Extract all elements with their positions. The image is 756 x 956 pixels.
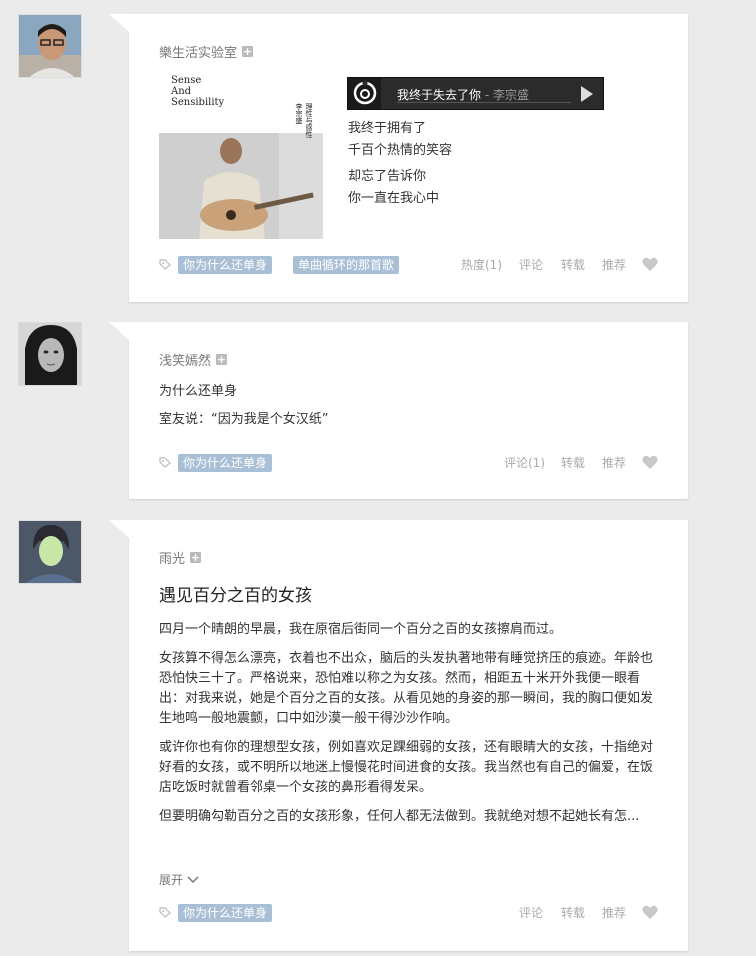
play-icon[interactable] (581, 86, 593, 102)
tag-icon (159, 457, 171, 468)
tag[interactable]: 你为什么还单身 (178, 454, 273, 472)
post-card: 樂生活实验室 + 李宗盛 理性与感性 Sense And Sensibility (109, 14, 688, 302)
lyric-line: 千百个热情的笑容 (348, 143, 453, 158)
avatar[interactable] (18, 520, 82, 584)
recommend-link[interactable]: 推荐 (602, 256, 626, 274)
follow-plus-icon[interactable]: + (216, 354, 228, 365)
recommend-link[interactable]: 推荐 (602, 904, 626, 922)
post-footer: 你为什么还单身 单曲循环的那首歌 热度(1) 评论 转载 推荐 (159, 256, 658, 274)
reblog-link[interactable]: 转载 (561, 904, 585, 922)
article-paragraph: 四月一个晴朗的早晨，我在原宿后街同一个百分之百的女孩擦肩而过。 (159, 622, 563, 637)
comment-link[interactable]: 评论(1) (504, 454, 545, 472)
avatar-image (19, 323, 81, 385)
tag-icon (159, 259, 171, 270)
album-cover[interactable]: 李宗盛 理性与感性 Sense And Sensibility (159, 73, 323, 239)
reblog-link[interactable]: 转载 (561, 454, 585, 472)
author-name[interactable]: 雨光 (159, 548, 185, 567)
tag[interactable]: 单曲循环的那首歌 (293, 256, 400, 274)
post-text: 为什么还单身 室友说：“因为我是个女汉纸” (159, 381, 328, 431)
follow-plus-icon[interactable]: + (242, 46, 254, 57)
author: 浅笑嫣然 + (159, 350, 228, 369)
cover-title-line-2: And (171, 86, 192, 97)
lyric-line: 我终于拥有了 (348, 121, 427, 136)
reblog-link[interactable]: 转载 (561, 256, 585, 274)
avatar[interactable] (18, 322, 82, 386)
expand-label: 展开 (159, 873, 184, 887)
avatar-image (19, 15, 81, 77)
post-card: 雨光 + 遇见百分之百的女孩 四月一个晴朗的早晨，我在原宿后街同一个百分之百的女… (109, 520, 688, 951)
lyrics-block-1: 我终于拥有了 千百个热情的笑容 (348, 118, 452, 162)
chevron-down-icon (187, 875, 199, 883)
heat-link[interactable]: 热度(1) (461, 256, 502, 274)
follow-plus-icon[interactable]: + (190, 552, 202, 563)
expand-button[interactable]: 展开 (159, 871, 199, 888)
song-separator: - (481, 88, 493, 102)
svg-text:理性与感性: 理性与感性 (305, 103, 313, 139)
song-name: 我终于失去了你 (397, 88, 482, 102)
article-paragraph: 女孩算不得怎么漂亮，衣着也不出众，脑后的头发执著地带有睡觉挤压的痕迹。年龄也恐怕… (159, 651, 654, 726)
article-title[interactable]: 遇见百分之百的女孩 (159, 581, 312, 606)
post-card: 浅笑嫣然 + 为什么还单身 室友说：“因为我是个女汉纸” 你为什么还单身 评论(… (109, 322, 688, 499)
music-player[interactable]: 我终于失去了你 - 李宗盛 (347, 77, 604, 110)
song-artist: 李宗盛 (492, 88, 529, 102)
recommend-link[interactable]: 推荐 (602, 454, 626, 472)
svg-text:李宗盛: 李宗盛 (295, 102, 303, 124)
avatar-image (19, 521, 81, 583)
music-logo-icon (348, 78, 381, 109)
heart-icon[interactable] (642, 257, 658, 272)
post-footer: 你为什么还单身 评论 转载 推荐 (159, 904, 658, 922)
avatar[interactable] (18, 14, 82, 78)
author: 雨光 + (159, 548, 202, 567)
text-line: 室友说：“因为我是个女汉纸” (159, 412, 329, 427)
lyric-line: 却忘了告诉你 (348, 169, 427, 184)
article-paragraph: 但要明确勾勒百分之百的女孩形象，任何人都无法做到。我就绝对想不起她长有怎... (159, 809, 640, 824)
author: 樂生活实验室 + (159, 42, 254, 61)
heart-icon[interactable] (642, 905, 658, 920)
tag[interactable]: 你为什么还单身 (178, 256, 273, 274)
cover-title-line-1: Sense (171, 75, 202, 86)
album-cover-title: Sense And Sensibility (171, 75, 224, 108)
lyrics-block-2: 却忘了告诉你 你一直在我心中 (348, 166, 439, 210)
text-line: 为什么还单身 (159, 384, 238, 399)
heart-icon[interactable] (642, 455, 658, 470)
comment-link[interactable]: 评论 (519, 904, 543, 922)
post-footer: 你为什么还单身 评论(1) 转载 推荐 (159, 454, 658, 472)
comment-link[interactable]: 评论 (519, 256, 543, 274)
song-title: 我终于失去了你 - 李宗盛 (397, 86, 529, 103)
cover-title-line-3: Sensibility (171, 97, 225, 108)
author-name[interactable]: 樂生活实验室 (159, 42, 237, 61)
article-paragraph: 或许你也有你的理想型女孩，例如喜欢足踝细弱的女孩，还有眼睛大的女孩，十指绝对好看… (159, 740, 654, 795)
progress-bar[interactable] (397, 102, 571, 103)
lyric-line: 你一直在我心中 (348, 191, 440, 206)
author-name[interactable]: 浅笑嫣然 (159, 350, 211, 369)
tag-icon (159, 907, 171, 918)
tag[interactable]: 你为什么还单身 (178, 904, 273, 922)
